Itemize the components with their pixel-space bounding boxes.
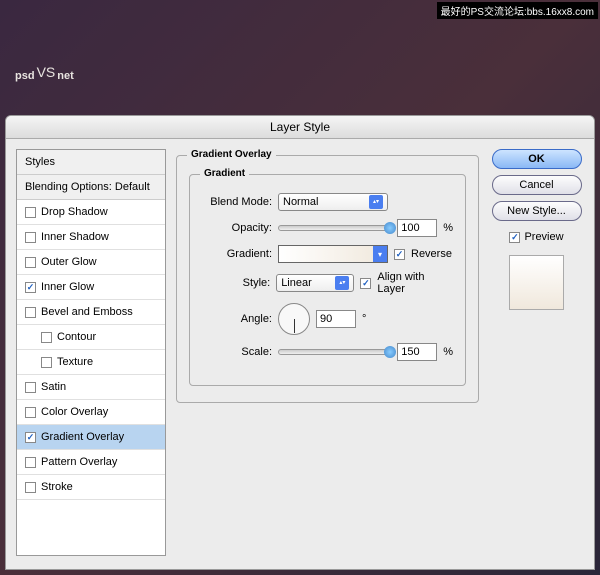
- scale-label: Scale:: [202, 346, 272, 358]
- sidebar-item-gradient-overlay[interactable]: Gradient Overlay: [17, 425, 165, 450]
- sidebar-item-bevel-and-emboss[interactable]: Bevel and Emboss: [17, 300, 165, 325]
- style-label: Style:: [202, 277, 270, 289]
- preview-swatch: [509, 255, 564, 310]
- effect-checkbox[interactable]: [25, 382, 36, 393]
- scale-slider[interactable]: [278, 349, 391, 355]
- effect-checkbox[interactable]: [25, 482, 36, 493]
- sidebar-item-label: Inner Glow: [41, 281, 94, 293]
- align-checkbox[interactable]: [360, 278, 371, 289]
- effect-checkbox[interactable]: [25, 407, 36, 418]
- effect-checkbox[interactable]: [25, 257, 36, 268]
- sidebar-item-label: Texture: [57, 356, 93, 368]
- effect-checkbox[interactable]: [25, 207, 36, 218]
- preview-label: Preview: [524, 231, 563, 243]
- dialog-title: Layer Style: [6, 116, 594, 139]
- sidebar-item-label: Gradient Overlay: [41, 431, 124, 443]
- sidebar-item-label: Inner Shadow: [41, 231, 109, 243]
- angle-unit: °: [362, 313, 366, 325]
- panel-title: Gradient Overlay: [187, 149, 276, 160]
- blending-options-header[interactable]: Blending Options: Default: [17, 175, 165, 200]
- gradient-label: Gradient:: [202, 248, 272, 260]
- sidebar-item-label: Outer Glow: [41, 256, 97, 268]
- gradient-group-label: Gradient: [200, 168, 249, 179]
- cancel-button[interactable]: Cancel: [492, 175, 582, 195]
- effect-checkbox[interactable]: [25, 282, 36, 293]
- scale-input[interactable]: [397, 343, 437, 361]
- sidebar-item-label: Pattern Overlay: [41, 456, 117, 468]
- sidebar-item-label: Satin: [41, 381, 66, 393]
- new-style-button[interactable]: New Style...: [492, 201, 582, 221]
- dropdown-arrows-icon: ▴▾: [335, 276, 349, 290]
- psd-vs-net-logo: psdVSnet: [15, 50, 74, 87]
- dropdown-arrow-icon: ▾: [373, 246, 387, 262]
- styles-header[interactable]: Styles: [17, 150, 165, 175]
- sidebar-item-stroke[interactable]: Stroke: [17, 475, 165, 500]
- ok-button[interactable]: OK: [492, 149, 582, 169]
- styles-sidebar: Styles Blending Options: Default Drop Sh…: [16, 149, 166, 556]
- watermark-banner: 最好的PS交流论坛:bbs.16xx8.com: [437, 2, 598, 19]
- sidebar-item-label: Color Overlay: [41, 406, 108, 418]
- scale-unit: %: [443, 346, 453, 358]
- effect-checkbox[interactable]: [25, 307, 36, 318]
- dropdown-arrows-icon: ▴▾: [369, 195, 383, 209]
- blend-mode-select[interactable]: Normal ▴▾: [278, 193, 388, 211]
- opacity-slider[interactable]: [278, 225, 391, 231]
- sidebar-item-label: Stroke: [41, 481, 73, 493]
- sidebar-item-label: Drop Shadow: [41, 206, 108, 218]
- sidebar-item-satin[interactable]: Satin: [17, 375, 165, 400]
- reverse-checkbox[interactable]: [394, 249, 405, 260]
- sidebar-item-drop-shadow[interactable]: Drop Shadow: [17, 200, 165, 225]
- sidebar-item-label: Contour: [57, 331, 96, 343]
- effect-checkbox[interactable]: [25, 457, 36, 468]
- align-label: Align with Layer: [377, 271, 453, 295]
- sidebar-item-color-overlay[interactable]: Color Overlay: [17, 400, 165, 425]
- opacity-label: Opacity:: [202, 222, 272, 234]
- gradient-picker[interactable]: ▾: [278, 245, 388, 263]
- angle-label: Angle:: [202, 313, 272, 325]
- sidebar-item-pattern-overlay[interactable]: Pattern Overlay: [17, 450, 165, 475]
- style-select[interactable]: Linear ▴▾: [276, 274, 354, 292]
- sidebar-item-contour[interactable]: Contour: [17, 325, 165, 350]
- sidebar-item-inner-glow[interactable]: Inner Glow: [17, 275, 165, 300]
- blend-mode-label: Blend Mode:: [202, 196, 272, 208]
- opacity-input[interactable]: [397, 219, 437, 237]
- sidebar-item-texture[interactable]: Texture: [17, 350, 165, 375]
- sidebar-item-inner-shadow[interactable]: Inner Shadow: [17, 225, 165, 250]
- effect-checkbox[interactable]: [25, 232, 36, 243]
- effect-checkbox[interactable]: [25, 432, 36, 443]
- opacity-unit: %: [443, 222, 453, 234]
- effect-checkbox[interactable]: [41, 332, 52, 343]
- angle-dial[interactable]: [278, 303, 310, 335]
- preview-checkbox[interactable]: [509, 232, 520, 243]
- layer-style-dialog: Layer Style Styles Blending Options: Def…: [5, 115, 595, 570]
- dialog-buttons: OK Cancel New Style... Preview: [489, 149, 584, 556]
- reverse-label: Reverse: [411, 248, 452, 260]
- gradient-overlay-panel: Gradient Overlay Gradient Blend Mode: No…: [176, 149, 479, 556]
- sidebar-item-outer-glow[interactable]: Outer Glow: [17, 250, 165, 275]
- effect-checkbox[interactable]: [41, 357, 52, 368]
- sidebar-item-label: Bevel and Emboss: [41, 306, 133, 318]
- angle-input[interactable]: [316, 310, 356, 328]
